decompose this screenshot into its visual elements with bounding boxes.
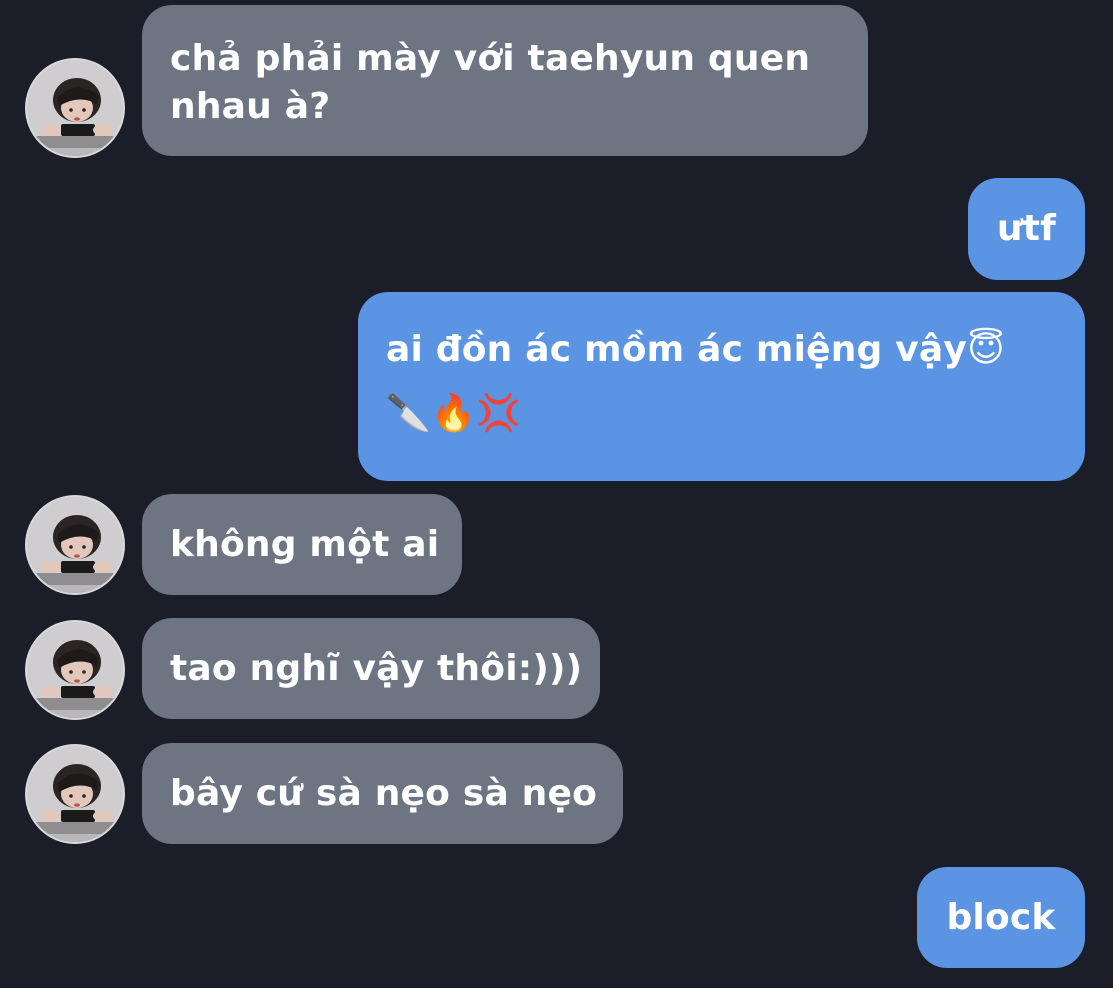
message-thread: chả phải mày với taehyun quen nhau à? ưt… [0,0,1113,988]
received-message-bubble[interactable]: không một ai [142,494,462,595]
message-text: block [946,896,1056,938]
avatar-photo-icon [27,746,123,842]
contact-avatar[interactable] [27,60,123,156]
contact-avatar[interactable] [27,497,123,593]
received-message-bubble[interactable]: bây cứ sà nẹo sà nẹo [142,743,623,844]
avatar-photo-icon [27,497,123,593]
sent-message-bubble[interactable]: block [917,867,1085,968]
avatar-photo-icon [27,622,123,718]
contact-avatar[interactable] [27,622,123,718]
sent-message-bubble[interactable]: ai đồn ác mồm ác miệng vậy😇🔪🔥💢 [358,292,1085,481]
message-text: ưtf [996,208,1057,249]
message-text: không một ai [170,523,440,565]
contact-avatar[interactable] [27,746,123,842]
avatar-photo-icon [27,60,123,156]
message-text: tao nghĩ vậy thôi:))) [170,647,583,689]
message-text: ai đồn ác mồm ác miệng vậy😇🔪🔥💢 [386,329,1005,434]
message-text: bây cứ sà nẹo sà nẹo [170,772,598,814]
sent-message-bubble[interactable]: ưtf [968,178,1085,280]
received-message-bubble[interactable]: chả phải mày với taehyun quen nhau à? [142,5,868,156]
message-text: chả phải mày với taehyun quen nhau à? [170,38,811,127]
received-message-bubble[interactable]: tao nghĩ vậy thôi:))) [142,618,600,719]
